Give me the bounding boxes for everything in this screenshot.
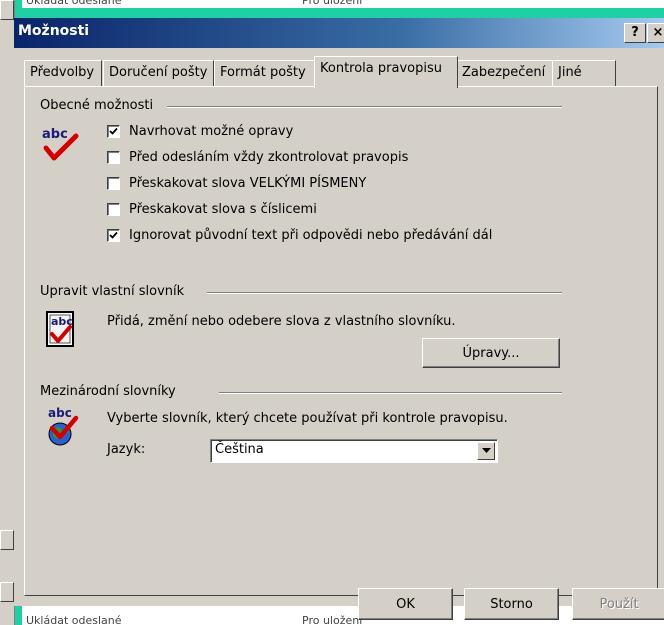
tab-predvolby[interactable]: Předvolby bbox=[24, 60, 102, 87]
option-label: Přeskakovat slova VELKÝMI PÍSMENY bbox=[129, 175, 367, 191]
background-text: Pro uložení bbox=[302, 0, 363, 7]
option-label: Ignorovat původní text při odpovědi nebo… bbox=[129, 227, 493, 243]
abc-checkmark-icon: abc bbox=[40, 122, 84, 166]
option-check-before-send[interactable]: Před odesláním vždy zkontrolovat pravopi… bbox=[107, 148, 408, 166]
background-window-edge bbox=[0, 0, 15, 625]
checkbox[interactable] bbox=[107, 228, 120, 242]
option-ignore-numbers[interactable]: Přeskakovat slova s číslicemi bbox=[107, 200, 317, 218]
cancel-button[interactable]: Storno bbox=[464, 588, 559, 620]
chevron-down-icon[interactable] bbox=[477, 442, 495, 460]
international-dictionaries-heading: Mezinárodní slovníky bbox=[40, 384, 176, 399]
help-button[interactable]: ? bbox=[624, 23, 646, 43]
background-window-top: Ukládat odeslané Pro uložení bbox=[22, 0, 664, 8]
checkbox[interactable] bbox=[107, 124, 120, 138]
option-label: Přeskakovat slova s číslicemi bbox=[129, 201, 317, 217]
option-suggest-corrections[interactable]: Navrhovat možné opravy bbox=[107, 122, 293, 140]
dictionary-book-icon: abc bbox=[44, 310, 80, 350]
checkbox[interactable] bbox=[107, 150, 120, 164]
close-button[interactable]: × bbox=[647, 23, 664, 43]
international-description: Vyberte slovník, který chcete používat p… bbox=[107, 411, 508, 426]
tab-jine[interactable]: Jiné bbox=[552, 60, 616, 87]
edit-dictionary-button[interactable]: Úpravy... bbox=[422, 338, 560, 368]
background-button bbox=[0, 530, 14, 550]
background-text: Ukládat odeslané bbox=[26, 614, 122, 625]
language-select-value: Čeština bbox=[215, 442, 264, 457]
svg-text:abc: abc bbox=[42, 127, 68, 142]
background-text: Pro uložení bbox=[302, 614, 363, 625]
globe-abc-icon: abc bbox=[44, 404, 84, 448]
dialog-title: Možnosti bbox=[18, 23, 90, 39]
language-select[interactable]: Čeština bbox=[210, 439, 498, 463]
custom-dictionary-heading: Upravit vlastní slovník bbox=[40, 284, 185, 299]
checkbox[interactable] bbox=[107, 202, 120, 216]
apply-button[interactable]: Použít bbox=[572, 588, 664, 620]
background-scroll-up-button bbox=[0, 0, 14, 20]
general-options-heading: Obecné možnosti bbox=[40, 98, 154, 113]
tab-kontrola-pravopisu[interactable]: Kontrola pravopisu bbox=[314, 56, 458, 88]
background-button bbox=[0, 582, 14, 602]
option-ignore-original-text[interactable]: Ignorovat původní text při odpovědi nebo… bbox=[107, 226, 492, 244]
group-divider bbox=[219, 392, 562, 394]
dialog-titlebar[interactable]: Možnosti ? × bbox=[14, 18, 664, 48]
option-ignore-uppercase[interactable]: Přeskakovat slova VELKÝMI PÍSMENY bbox=[107, 174, 366, 192]
group-divider bbox=[207, 292, 562, 294]
svg-text:abc: abc bbox=[48, 406, 72, 420]
background-text: Ukládat odeslané bbox=[26, 0, 122, 7]
tab-format-posty[interactable]: Formát pošty bbox=[214, 60, 316, 87]
tab-doruceni-posty[interactable]: Doručení pošty bbox=[103, 60, 214, 87]
ok-button[interactable]: OK bbox=[358, 588, 453, 620]
tab-zabezpeceni[interactable]: Zabezpečení bbox=[456, 60, 554, 87]
options-dialog: Možnosti ? × Předvolby Doručení pošty Fo… bbox=[14, 18, 664, 606]
option-label: Před odesláním vždy zkontrolovat pravopi… bbox=[129, 149, 409, 165]
custom-dictionary-description: Přidá, změní nebo odebere slova z vlastn… bbox=[107, 314, 456, 329]
option-label: Navrhovat možné opravy bbox=[129, 123, 294, 139]
language-label: Jazyk: bbox=[107, 442, 146, 457]
checkbox[interactable] bbox=[107, 176, 120, 190]
group-divider bbox=[167, 106, 562, 108]
